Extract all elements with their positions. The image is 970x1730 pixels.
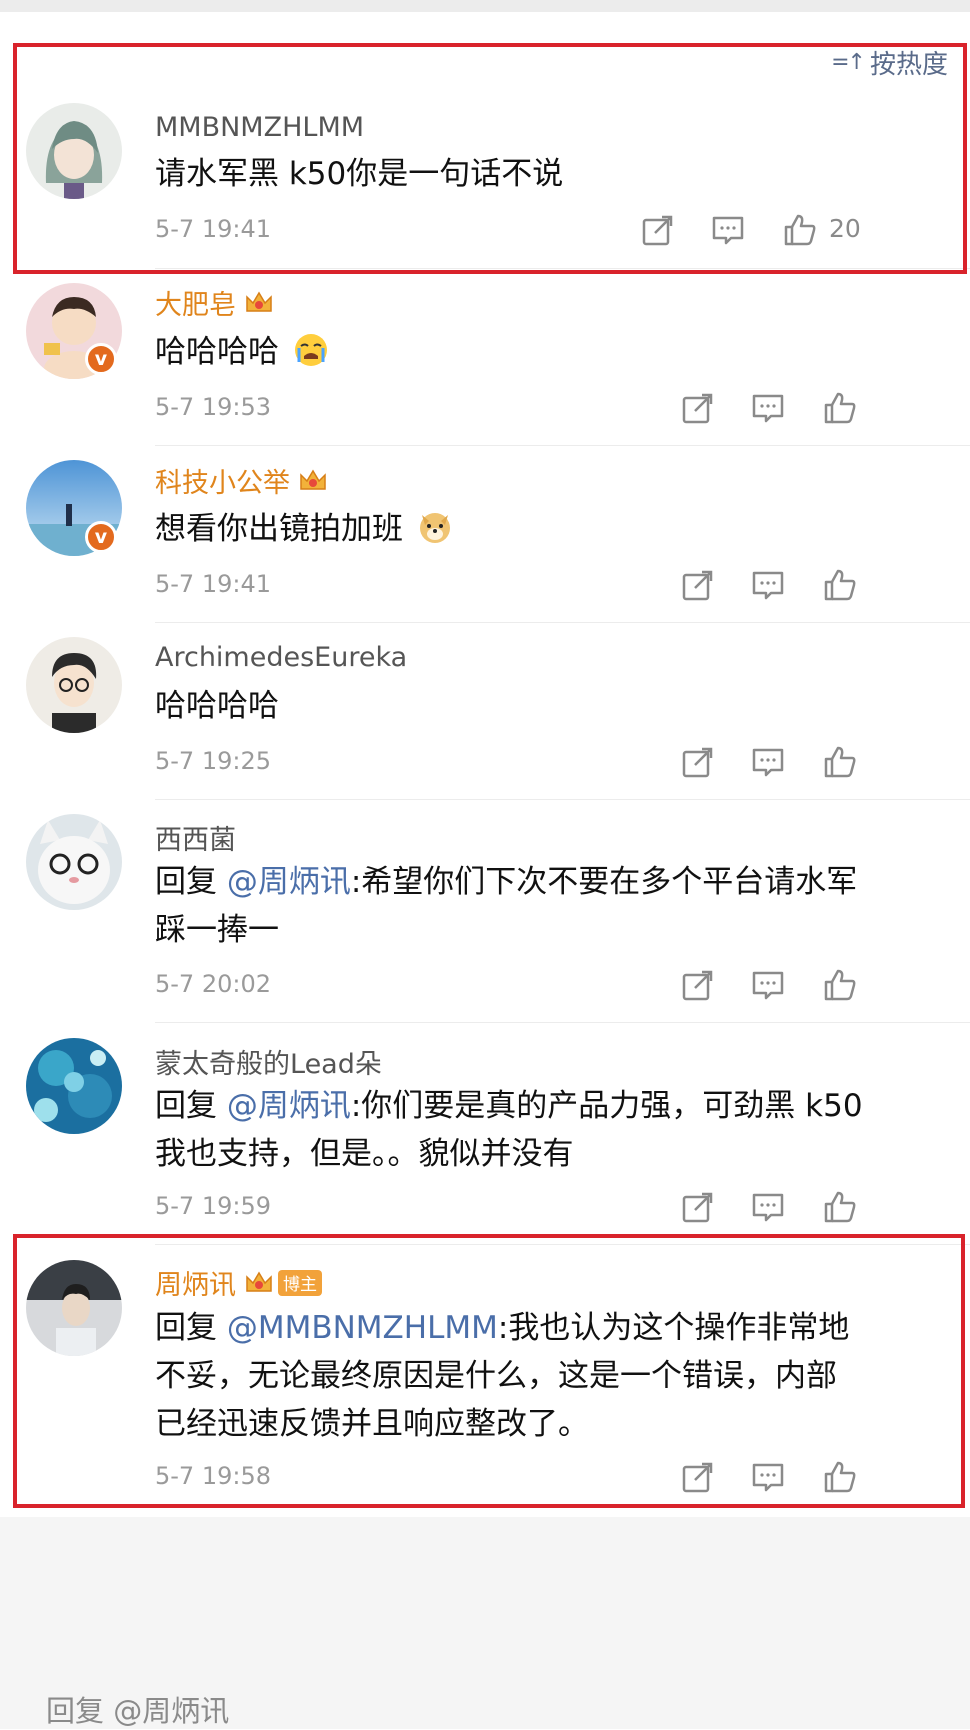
- username-text: 科技小公举: [155, 468, 290, 499]
- avatar[interactable]: [26, 814, 122, 910]
- username[interactable]: ArchimedesEureka: [155, 642, 407, 673]
- username-text: ArchimedesEureka: [155, 642, 408, 673]
- comment-icon[interactable]: [751, 745, 785, 779]
- username-text: 蒙太奇般的Lead朵: [155, 1049, 382, 1080]
- comment-icon[interactable]: [751, 391, 785, 425]
- divider: [155, 445, 970, 446]
- verified-icon: v: [85, 343, 117, 375]
- divider: [155, 1022, 970, 1023]
- timestamp: 5-7 19:41: [155, 570, 271, 598]
- reply-input[interactable]: 回复 @周炳讯: [46, 1688, 229, 1730]
- comment-text: 回复 @周炳讯:希望你们下次不要在多个平台请水军 踩一捧一: [155, 858, 857, 954]
- text-line: 哈哈哈哈: [155, 688, 279, 724]
- text-line: 哈哈哈哈: [155, 334, 279, 370]
- comment-icon[interactable]: [751, 1190, 785, 1224]
- top-strip: [0, 0, 970, 12]
- like-icon[interactable]: [823, 568, 857, 602]
- like-icon[interactable]: [823, 968, 857, 1002]
- divider: [155, 622, 970, 623]
- reply-prefix: 回复: [155, 864, 227, 900]
- text-line: 我也支持，但是。。貌似并没有: [155, 1136, 574, 1172]
- highlight-box: [13, 1234, 965, 1508]
- reply-body: :你们要是真的产品力强，可劲黑 k50: [350, 1088, 863, 1124]
- share-icon[interactable]: [681, 391, 715, 425]
- share-icon[interactable]: [681, 568, 715, 602]
- crying-emoji: [293, 332, 329, 368]
- username[interactable]: 大肥皂: [155, 283, 274, 322]
- comment-text: 哈哈哈哈: [155, 328, 329, 376]
- username[interactable]: 西西菌: [155, 818, 236, 857]
- comment-text: 哈哈哈哈: [155, 682, 279, 730]
- reply-prefix: 回复: [155, 1088, 227, 1124]
- timestamp: 5-7 19:53: [155, 393, 271, 421]
- highlight-box: [13, 43, 967, 274]
- like-icon[interactable]: [823, 391, 857, 425]
- username[interactable]: 蒙太奇般的Lead朵: [155, 1042, 382, 1081]
- avatar[interactable]: [26, 637, 122, 733]
- crown-icon: [244, 289, 274, 317]
- share-icon[interactable]: [681, 1190, 715, 1224]
- text-line: 想看你出镜拍加班: [155, 511, 403, 547]
- divider: [155, 799, 970, 800]
- username[interactable]: 科技小公举: [155, 461, 328, 500]
- comment-icon[interactable]: [751, 568, 785, 602]
- doge-emoji: [417, 509, 453, 545]
- comment-icon[interactable]: [751, 968, 785, 1002]
- reply-body: :希望你们下次不要在多个平台请水军: [350, 864, 858, 900]
- avatar[interactable]: [26, 1038, 122, 1134]
- comment-text: 想看你出镜拍加班: [155, 505, 453, 553]
- text-line: 踩一捧一: [155, 912, 279, 948]
- comment-text: 回复 @周炳讯:你们要是真的产品力强，可劲黑 k50 我也支持，但是。。貌似并没…: [155, 1082, 863, 1178]
- username-text: 大肥皂: [155, 290, 236, 321]
- text-line: 回复 @周炳讯:你们要是真的产品力强，可劲黑 k50: [155, 1082, 863, 1130]
- crown-icon: [298, 467, 328, 495]
- timestamp: 5-7 20:02: [155, 970, 271, 998]
- timestamp: 5-7 19:59: [155, 1192, 271, 1220]
- text-line: 回复 @周炳讯:希望你们下次不要在多个平台请水军: [155, 858, 857, 906]
- share-icon[interactable]: [681, 968, 715, 1002]
- username-text: 西西菌: [155, 825, 236, 856]
- verified-icon: v: [85, 521, 117, 553]
- like-icon[interactable]: [823, 745, 857, 779]
- mention-link[interactable]: @周炳讯: [227, 864, 351, 900]
- timestamp: 5-7 19:25: [155, 747, 271, 775]
- share-icon[interactable]: [681, 745, 715, 779]
- mention-link[interactable]: @周炳讯: [227, 1088, 351, 1124]
- like-icon[interactable]: [823, 1190, 857, 1224]
